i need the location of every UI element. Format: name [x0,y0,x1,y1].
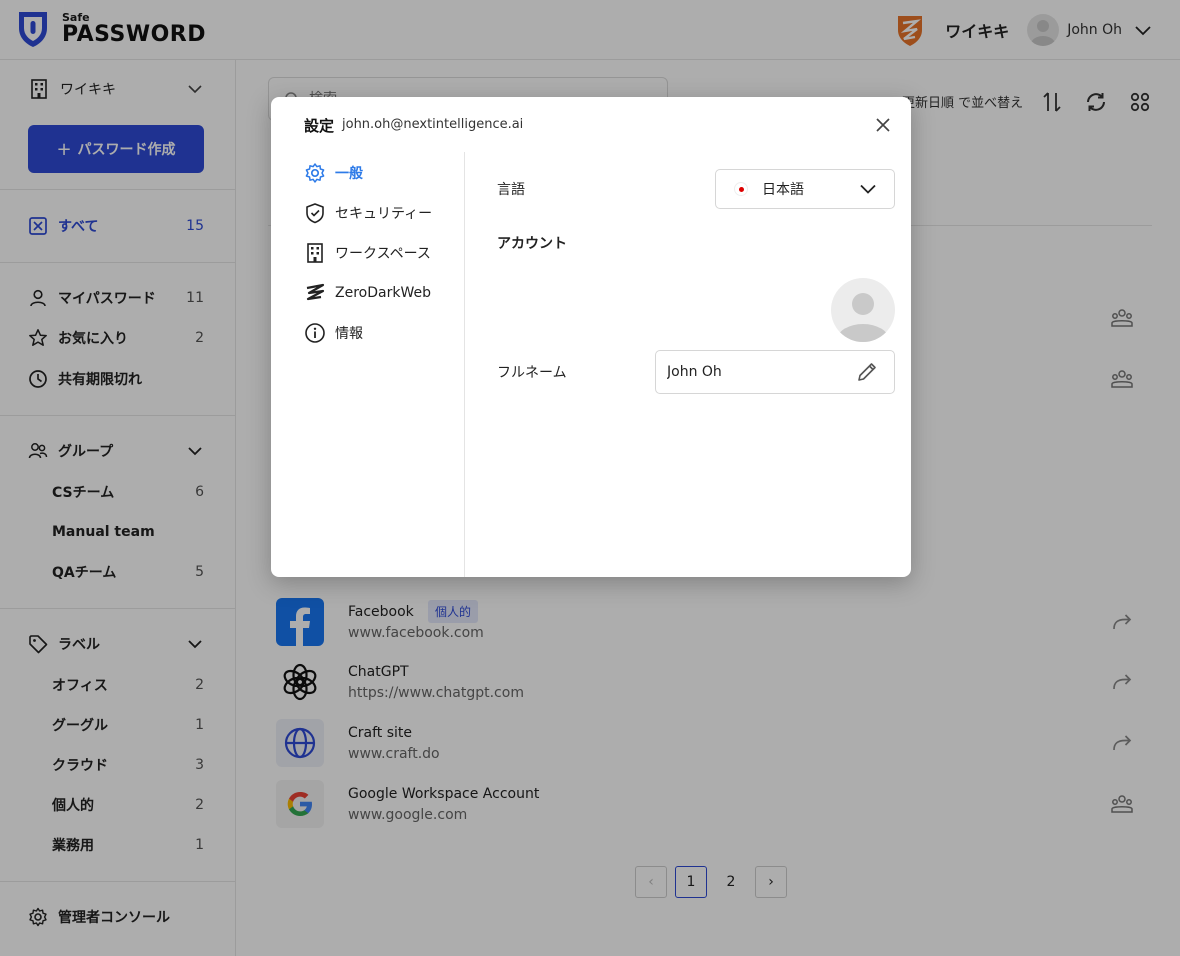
language-value: 日本語 [762,182,804,198]
zerodarkweb-logo-icon [306,283,325,301]
settings-tab-info[interactable]: 情報 [304,321,363,345]
profile-avatar[interactable] [831,278,895,342]
shield-check-icon [306,203,324,224]
account-heading: アカウント [497,236,567,252]
chevron-down-icon [860,184,876,194]
settings-modal: 設定 john.oh@nextintelligence.ai 一般 セキュリティ… [271,97,911,577]
pencil-icon[interactable] [855,360,879,384]
settings-tab-zerodarkweb[interactable]: ZeroDarkWeb [304,281,431,305]
language-label: 言語 [497,182,525,198]
info-icon [305,323,325,343]
settings-tab-label: ワークスペース [335,246,431,262]
divider [464,152,465,577]
settings-tab-label: セキュリティー [335,206,433,222]
language-select[interactable]: 日本語 [715,169,895,209]
user-silhouette-icon [837,293,889,342]
settings-tab-general[interactable]: 一般 [304,161,363,185]
japan-flag-icon [734,182,748,196]
gear-icon [305,163,325,183]
close-icon[interactable] [873,115,893,135]
building-icon [307,243,323,263]
modal-title: 設定 [304,117,335,135]
settings-tab-label: 情報 [335,326,363,342]
settings-tab-workspace[interactable]: ワークスペース [304,241,431,265]
settings-tab-security[interactable]: セキュリティー [304,201,432,225]
settings-tab-label: ZeroDarkWeb [335,285,431,301]
fullname-label: フルネーム [497,365,567,381]
settings-tab-label: 一般 [335,166,363,182]
account-email: john.oh@nextintelligence.ai [342,117,524,132]
